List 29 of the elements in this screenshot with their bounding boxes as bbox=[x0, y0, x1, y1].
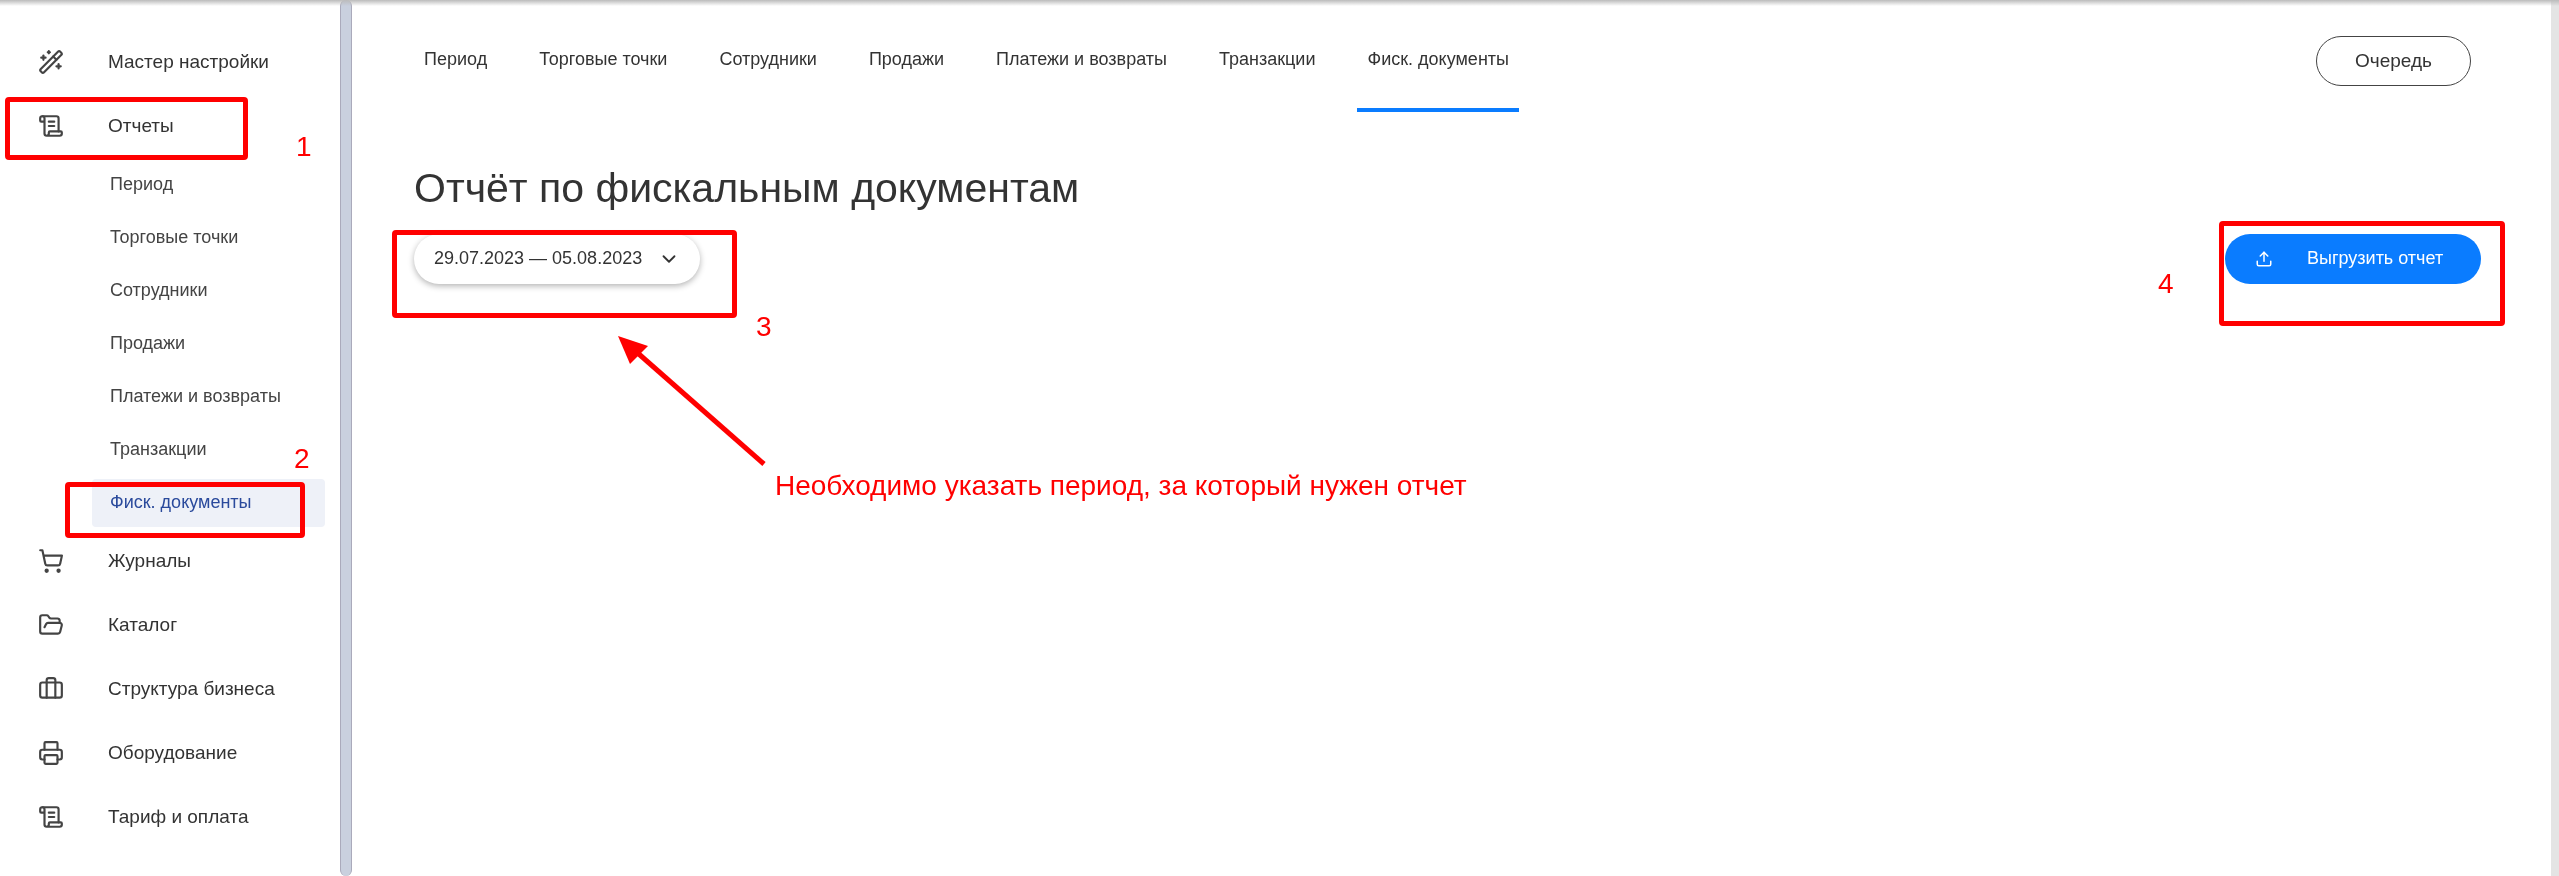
report-tab[interactable]: Продажи bbox=[858, 10, 955, 112]
sidebar-item[interactable]: Каталог bbox=[0, 593, 290, 657]
report-tab[interactable]: Транзакции bbox=[1208, 10, 1326, 112]
sidebar-item[interactable]: Тариф и оплата bbox=[0, 785, 290, 849]
annotation-number: 4 bbox=[2158, 267, 2174, 301]
queue-button[interactable]: Очередь bbox=[2316, 36, 2471, 86]
page-title: Отчёт по фискальным документам bbox=[414, 164, 1081, 213]
sidebar-item[interactable]: Журналы bbox=[0, 529, 290, 593]
sidebar-subitem[interactable]: Платежи и возвраты bbox=[92, 372, 299, 421]
annotation-number: 1 bbox=[296, 130, 312, 164]
report-tab[interactable]: Платежи и возвраты bbox=[986, 10, 1177, 112]
sidebar-item[interactable]: Структура бизнеса bbox=[0, 657, 290, 721]
annotation-number: 2 bbox=[294, 442, 310, 476]
report-tab[interactable]: Период bbox=[414, 10, 498, 112]
sidebar-item[interactable]: Мастер настройки bbox=[0, 30, 290, 94]
export-button[interactable]: Выгрузить отчет bbox=[2225, 233, 2481, 284]
report-tab[interactable]: Сотрудники bbox=[709, 10, 827, 112]
sidebar-subitem[interactable]: Продажи bbox=[92, 319, 204, 368]
report-tab[interactable]: Фиск. документы bbox=[1357, 10, 1519, 112]
sidebar-item[interactable]: Отчеты bbox=[0, 94, 262, 158]
date-range-picker[interactable]: 29.07.2023 — 05.08.2023 bbox=[414, 233, 701, 284]
sidebar-subitem[interactable]: Сотрудники bbox=[92, 266, 226, 315]
sidebar-item[interactable]: Оборудование bbox=[0, 721, 290, 785]
sidebar-subitem[interactable]: Период bbox=[92, 160, 192, 209]
sidebar-subitem[interactable]: Транзакции bbox=[92, 425, 225, 474]
report-tab[interactable]: Торговые точки bbox=[529, 10, 678, 112]
annotation-number: 3 bbox=[756, 310, 772, 344]
annotation-note: Необходимо указать период, за который нужен отчет bbox=[775, 469, 1467, 503]
sidebar-subitem[interactable]: Торговые точки bbox=[92, 213, 257, 262]
